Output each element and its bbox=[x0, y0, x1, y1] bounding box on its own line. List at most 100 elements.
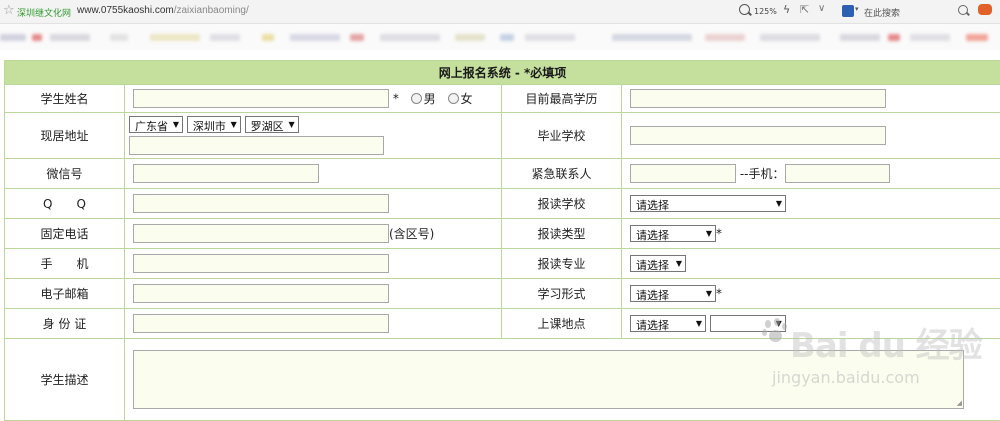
bookmark-item[interactable] bbox=[262, 34, 274, 41]
apply-major-value: 请选择 bbox=[636, 259, 669, 272]
class-location-value: 请选择 bbox=[636, 319, 669, 332]
search-engine-icon[interactable] bbox=[842, 5, 854, 17]
bookmarks-bar bbox=[0, 24, 1000, 50]
dropdown-arrow-icon: ▼ bbox=[695, 319, 702, 328]
address-label: 现居地址 bbox=[4, 112, 125, 159]
id-card-input[interactable] bbox=[133, 314, 389, 333]
gender-male-radio[interactable] bbox=[410, 93, 422, 104]
mobile-label: 手 机 bbox=[4, 248, 125, 279]
student-name-label: 学生姓名 bbox=[4, 84, 125, 113]
study-mode-value: 请选择 bbox=[636, 289, 669, 302]
city-value: 深圳市 bbox=[192, 120, 226, 133]
dropdown-arrow-icon: ▼ bbox=[775, 199, 782, 208]
browser-toolbar: ☆ 深圳继文化网 www.0755kaoshi.com/zaixianbaomi… bbox=[0, 0, 1000, 24]
registration-form: 网上报名系统 - *必填项 学生姓名 * 男 女 目前最高学历 现居地址 广东省… bbox=[4, 60, 1000, 421]
study-mode-label: 学习形式 bbox=[501, 278, 622, 309]
apply-school-select[interactable]: 请选择 ▼ bbox=[630, 195, 786, 212]
city-select[interactable]: 深圳市 ▼ bbox=[186, 116, 241, 133]
required-mark: * bbox=[716, 226, 722, 241]
province-select[interactable]: 广东省 ▼ bbox=[129, 116, 183, 133]
education-input[interactable] bbox=[630, 89, 886, 108]
search-icon[interactable] bbox=[958, 5, 968, 15]
id-card-label: 身 份 证 bbox=[4, 308, 125, 339]
landline-label: 固定电话 bbox=[4, 218, 125, 249]
landline-note: (含区号) bbox=[389, 227, 435, 241]
emergency-phone-input[interactable] bbox=[784, 164, 890, 183]
bookmark-item[interactable] bbox=[32, 34, 42, 41]
bookmark-item[interactable] bbox=[290, 34, 340, 41]
email-label: 电子邮箱 bbox=[4, 278, 125, 309]
dropdown-arrow-icon: ▼ bbox=[230, 120, 237, 129]
bookmark-item[interactable] bbox=[210, 34, 240, 41]
dropdown-arrow-icon: ▼ bbox=[775, 319, 782, 328]
graduated-school-label: 毕业学校 bbox=[501, 112, 622, 159]
qq-input[interactable] bbox=[133, 194, 389, 213]
bookmark-item[interactable] bbox=[110, 34, 128, 41]
bookmark-item[interactable] bbox=[380, 34, 440, 41]
address-bar[interactable]: www.0755kaoshi.com/zaixianbaoming/ bbox=[77, 5, 249, 16]
zoom-icon[interactable] bbox=[739, 4, 750, 15]
apply-type-label: 报读类型 bbox=[501, 218, 622, 249]
description-textarea[interactable]: ◢ bbox=[133, 350, 964, 409]
zoom-level[interactable]: 125% bbox=[754, 7, 777, 16]
apply-type-value: 请选择 bbox=[636, 229, 669, 242]
bookmark-item[interactable] bbox=[612, 34, 692, 41]
bookmark-item[interactable] bbox=[150, 34, 200, 41]
emergency-contact-label: 紧急联系人 bbox=[501, 158, 622, 189]
class-location-select[interactable]: 请选择 ▼ bbox=[630, 315, 706, 332]
bookmark-star-icon[interactable]: ☆ bbox=[3, 3, 15, 18]
apply-major-label: 报读专业 bbox=[501, 248, 622, 279]
dropdown-arrow-icon: ▼ bbox=[705, 289, 712, 298]
bookmark-item[interactable] bbox=[455, 34, 485, 41]
bookmark-item[interactable] bbox=[840, 34, 880, 41]
game-icon[interactable] bbox=[978, 4, 992, 15]
gender-female-radio[interactable] bbox=[447, 93, 459, 104]
search-input[interactable]: 在此搜索 bbox=[864, 6, 900, 19]
bookmark-item[interactable] bbox=[705, 34, 745, 41]
apply-school-label: 报读学校 bbox=[501, 188, 622, 219]
share-icon[interactable]: ⇱ bbox=[800, 3, 809, 16]
apply-type-select[interactable]: 请选择 ▼ bbox=[630, 225, 716, 242]
bookmark-item[interactable] bbox=[50, 34, 90, 41]
email-input[interactable] bbox=[133, 284, 389, 303]
bookmark-item[interactable] bbox=[910, 34, 950, 41]
student-name-input[interactable] bbox=[133, 89, 389, 108]
description-label: 学生描述 bbox=[4, 338, 125, 421]
emergency-contact-input[interactable] bbox=[630, 164, 736, 183]
mobile-input[interactable] bbox=[133, 254, 389, 273]
wechat-label: 微信号 bbox=[4, 158, 125, 189]
dropdown-arrow-icon: ▼ bbox=[705, 229, 712, 238]
district-value: 罗湖区 bbox=[250, 120, 284, 133]
url-path: /zaixianbaoming/ bbox=[173, 5, 249, 16]
gender-female-label: 女 bbox=[460, 92, 473, 106]
emergency-phone-label: --手机： bbox=[739, 167, 785, 181]
study-mode-select[interactable]: 请选择 ▼ bbox=[630, 285, 716, 302]
district-select[interactable]: 罗湖区 ▼ bbox=[244, 116, 299, 133]
required-mark: * bbox=[392, 91, 399, 106]
qq-label: Q Q bbox=[4, 188, 125, 219]
chevron-down-icon[interactable]: ∨ bbox=[818, 3, 825, 14]
resize-grip-icon[interactable]: ◢ bbox=[957, 399, 962, 407]
street-address-input[interactable] bbox=[129, 136, 384, 155]
class-location-label: 上课地点 bbox=[501, 308, 622, 339]
bookmark-item[interactable] bbox=[760, 34, 820, 41]
site-name: 深圳继文化网 bbox=[17, 9, 72, 19]
wechat-input[interactable] bbox=[133, 164, 319, 183]
apply-major-select[interactable]: 请选择 ▼ bbox=[630, 255, 686, 272]
bookmark-item[interactable] bbox=[525, 34, 575, 41]
bookmark-item[interactable] bbox=[500, 34, 514, 41]
gender-male-label: 男 bbox=[423, 92, 436, 106]
province-value: 广东省 bbox=[135, 120, 168, 133]
apply-school-value: 请选择 bbox=[636, 199, 669, 212]
bookmark-item[interactable] bbox=[966, 34, 988, 41]
bookmark-item[interactable] bbox=[888, 34, 900, 41]
class-location-sub-select[interactable]: ▼ bbox=[709, 315, 786, 332]
landline-input[interactable] bbox=[133, 224, 389, 243]
graduated-school-input[interactable] bbox=[630, 126, 886, 145]
engine-dropdown-icon[interactable]: ▾ bbox=[855, 5, 859, 13]
required-mark: * bbox=[716, 286, 722, 301]
lightning-icon[interactable]: ϟ bbox=[783, 3, 790, 16]
bookmark-item[interactable] bbox=[350, 34, 364, 41]
dropdown-arrow-icon: ▼ bbox=[288, 120, 295, 129]
bookmark-item[interactable] bbox=[0, 34, 26, 41]
